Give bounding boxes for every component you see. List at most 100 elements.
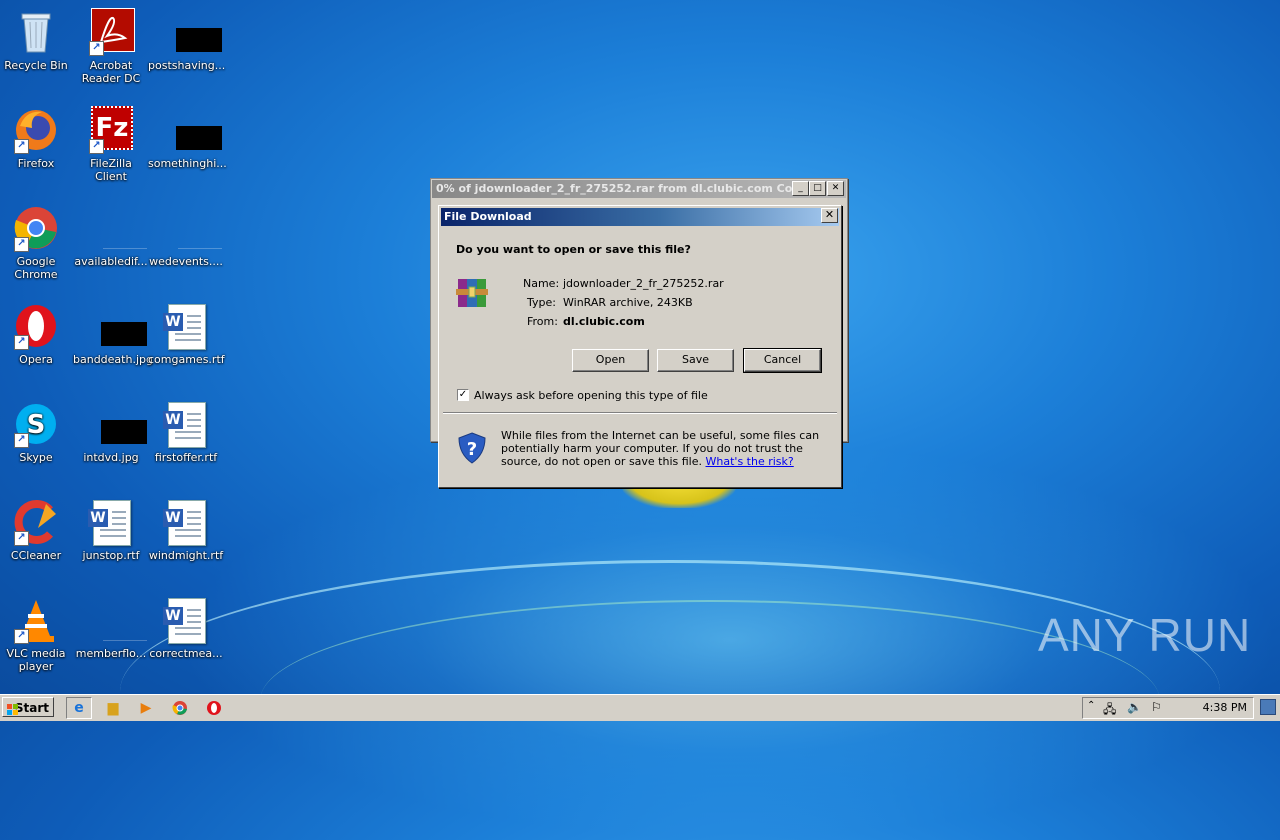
desktop-icon-label: memberflo... [75,647,147,660]
winrar-archive-icon [456,277,488,309]
open-button[interactable]: Open [572,349,649,372]
file-icon [87,596,147,644]
acrobat-icon: ↗ [87,8,135,56]
action-center-flag-icon[interactable]: ⚐ [1151,700,1162,714]
file-explorer-taskbar-icon[interactable]: ▆ [103,698,123,718]
network-icon[interactable]: 🖧 [1103,700,1116,721]
desktop-icon-recycle-bin[interactable]: Recycle Bin [0,8,74,72]
recycle-bin-icon [12,8,60,56]
desktop-icon-label: CCleaner [10,549,62,562]
desktop-icon-ccleaner[interactable]: ↗ CCleaner [0,498,74,562]
desktop-icon-intdvd[interactable]: intdvd.jpg [73,400,149,464]
chrome-icon: ↗ [12,204,60,252]
file-download-dialog[interactable]: File Download ✕ Do you want to open or s… [438,205,842,488]
dialog-close-button[interactable]: ✕ [821,208,838,223]
word-doc-icon: W [162,498,210,546]
desktop-icon-opera[interactable]: ↗ Opera [0,302,74,366]
shortcut-arrow-icon: ↗ [89,41,104,56]
desktop-icon-availabledif[interactable]: availabledif... [73,204,149,268]
type-label: Type: [527,296,556,309]
desktop-icon-label: intdvd.jpg [83,451,139,464]
file-icon [87,204,147,252]
show-desktop-icon[interactable] [1260,699,1276,715]
opera-taskbar-icon[interactable] [204,698,224,718]
shortcut-arrow-icon: ↗ [14,237,29,252]
internet-explorer-taskbar-icon[interactable]: e [66,697,92,719]
desktop-icon-junstop[interactable]: W junstop.rtf [73,498,149,562]
desktop-icon-firefox[interactable]: ↗ Firefox [0,106,74,170]
desktop-icon-windmight[interactable]: W windmight.rtf [148,498,224,562]
ccleaner-icon: ↗ [12,498,60,546]
image-thumbnail [162,8,222,56]
image-thumbnail [87,302,147,350]
system-tray: ⌃ 🖧 🔈 ⚐ 4:38 PM [1082,697,1254,719]
security-shield-icon: ? [457,432,487,464]
desktop-icon-vlc[interactable]: ↗ VLC media player [0,596,74,673]
shortcut-arrow-icon: ↗ [14,433,29,448]
desktop-icon-label: correctmea... [149,647,223,660]
desktop-icon-label: firstoffer.rtf [154,451,218,464]
whats-the-risk-link[interactable]: What's the risk? [706,455,794,468]
desktop-icon-firstoffer[interactable]: W firstoffer.rtf [148,400,224,464]
desktop-icon-banddeath[interactable]: banddeath.jpg [73,302,153,366]
desktop-icon-label: junstop.rtf [82,549,140,562]
word-doc-icon: W [87,498,135,546]
desktop-icon-label: somethinghi... [148,157,227,170]
desktop-icon-label: postshaving... [148,59,226,72]
taskbar: Start e ▆ ▶ ⌃ 🖧 🔈 ⚐ 4:38 PM [0,694,1280,721]
shortcut-arrow-icon: ↗ [14,139,29,154]
desktop-icon-label: comgames.rtf [148,353,225,366]
shortcut-arrow-icon: ↗ [14,629,29,644]
file-icon [162,204,222,252]
desktop-icon-memberflo[interactable]: memberflo... [73,596,149,660]
window-title: 0% of jdownloader_2_fr_275252.rar from d… [432,180,846,198]
from-label: From: [527,315,558,328]
show-hidden-icons-icon[interactable]: ⌃ [1087,700,1095,711]
maximize-button[interactable]: □ [809,181,826,196]
dialog-question: Do you want to open or save this file? [456,243,691,256]
clock[interactable]: 4:38 PM [1203,698,1247,718]
save-button[interactable]: Save [657,349,734,372]
close-button[interactable]: ✕ [827,181,844,196]
desktop-icon-label: availabledif... [74,255,148,268]
skype-icon: S ↗ [12,400,60,448]
anyrun-watermark: ANY RUN [1038,609,1252,661]
desktop-icon-postshaving[interactable]: postshaving... [148,8,226,72]
desktop-icon-label: wedevents.... [149,255,223,268]
desktop-icon-label: Acrobat Reader DC [81,59,141,85]
volume-icon[interactable]: 🔈 [1127,700,1142,714]
start-button[interactable]: Start [2,697,54,717]
always-ask-checkbox[interactable]: ✓ [457,389,469,401]
type-value: WinRAR archive, 243KB [563,296,693,309]
desktop-icon-correctmea[interactable]: W correctmea... [148,596,224,660]
cancel-button[interactable]: Cancel [743,348,822,373]
firefox-icon: ↗ [12,106,60,154]
desktop-icon-label: windmight.rtf [148,549,224,562]
shortcut-arrow-icon: ↗ [89,139,104,154]
word-doc-icon: W [162,596,210,644]
desktop-icon-chrome[interactable]: ↗ Google Chrome [0,204,74,281]
desktop-icon-somethinghi[interactable]: somethinghi... [148,106,227,170]
desktop-icon-skype[interactable]: S ↗ Skype [0,400,74,464]
desktop-icon-label: Recycle Bin [4,59,68,72]
media-player-taskbar-icon[interactable]: ▶ [136,698,156,718]
desktop-icon-label: FileZilla Client [90,157,132,183]
filezilla-icon: Fz ↗ [87,106,135,154]
svg-text:?: ? [467,439,477,460]
desktop-icon-comgames[interactable]: W comgames.rtf [148,302,225,366]
desktop-icon-wedevents[interactable]: wedevents.... [148,204,224,268]
image-thumbnail [87,400,147,448]
desktop-icon-label: banddeath.jpg [73,353,153,366]
minimize-button[interactable]: _ [792,181,809,196]
always-ask-label: Always ask before opening this type of f… [474,389,708,402]
windows-logo-icon [7,702,19,715]
desktop-icon-acrobat[interactable]: ↗ Acrobat Reader DC [73,8,149,85]
chrome-taskbar-icon[interactable] [170,698,190,718]
desktop-icon-label: Skype [19,451,53,464]
dialog-title: File Download [441,208,839,226]
dialog-separator [443,412,837,414]
name-label: Name: [523,277,560,290]
from-value: dl.clubic.com [563,315,645,328]
desktop-icon-filezilla[interactable]: Fz ↗ FileZilla Client [73,106,149,183]
shortcut-arrow-icon: ↗ [14,335,29,350]
